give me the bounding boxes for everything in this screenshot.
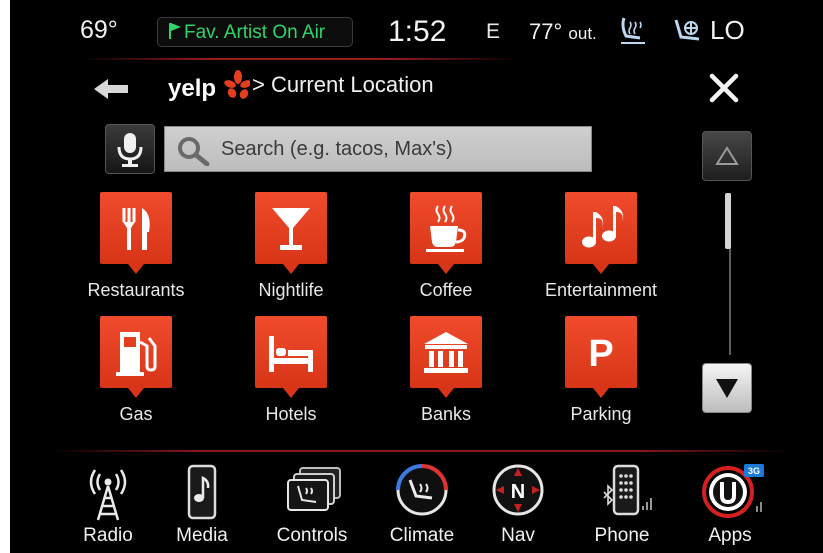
triangle-down-icon xyxy=(716,379,738,398)
scroll-up-button[interactable] xyxy=(702,131,752,181)
climate-icon xyxy=(396,464,448,516)
svg-text:N: N xyxy=(511,481,525,503)
flag-icon xyxy=(169,23,181,39)
dock-climate[interactable]: Climate xyxy=(376,462,468,552)
category-coffee[interactable]: Coffee xyxy=(376,192,516,312)
dock-divider xyxy=(50,450,790,452)
dock-radio[interactable]: Radio xyxy=(62,462,154,552)
uconnect-apps-icon: 3G xyxy=(702,464,764,518)
favorite-artist-alert[interactable]: Fav. Artist On Air xyxy=(157,17,353,47)
dock-controls[interactable]: Controls xyxy=(266,462,358,552)
category-tile: P xyxy=(565,316,637,398)
outside-temp-suffix: out. xyxy=(568,24,597,43)
coffee-cup-icon xyxy=(426,205,467,252)
close-icon[interactable] xyxy=(706,70,742,106)
breadcrumb: > Current Location xyxy=(252,72,434,97)
category-tile xyxy=(410,316,482,398)
dock-label: Apps xyxy=(708,525,752,546)
driver-temperature[interactable]: 69° xyxy=(80,16,118,45)
dock-label: Media xyxy=(176,525,228,546)
category-label: Banks xyxy=(420,404,472,424)
category-parking[interactable]: P Parking xyxy=(531,316,671,436)
category-label: Hotels xyxy=(265,404,317,424)
status-divider xyxy=(80,58,520,60)
dock-label: Phone xyxy=(594,525,650,546)
category-gas[interactable]: Gas xyxy=(66,316,206,436)
dock-media[interactable]: Media xyxy=(156,462,248,552)
search-placeholder: Search (e.g. tacos, Max's) xyxy=(221,138,453,160)
dock-apps[interactable]: 3G Apps xyxy=(684,462,776,552)
status-bar: 69° Fav. Artist On Air 1:52 E 77° out. L… xyxy=(10,0,823,64)
dock-label: Controls xyxy=(276,525,348,546)
bed-icon xyxy=(269,336,313,372)
controls-icon xyxy=(287,467,341,511)
dock-label: Climate xyxy=(389,525,455,546)
category-label: Entertainment xyxy=(544,280,658,300)
category-entertainment[interactable]: Entertainment xyxy=(531,192,671,312)
search-input[interactable]: Search (e.g. tacos, Max's) xyxy=(164,126,592,172)
dock-label: Radio xyxy=(83,525,133,546)
fork-knife-icon xyxy=(122,208,150,250)
dock-nav[interactable]: N Nav xyxy=(472,462,564,552)
clock: 1:52 xyxy=(388,15,447,48)
media-player-icon xyxy=(187,464,217,520)
category-restaurants[interactable]: Restaurants xyxy=(66,192,206,312)
radio-tower-icon xyxy=(89,469,127,521)
category-tile xyxy=(565,192,637,274)
fan-icon[interactable] xyxy=(673,17,705,47)
category-banks[interactable]: Banks xyxy=(376,316,516,436)
category-tile xyxy=(100,192,172,274)
infotainment-screen: 69° Fav. Artist On Air 1:52 E 77° out. L… xyxy=(10,0,823,553)
phone-icon xyxy=(603,464,652,516)
voice-search-button[interactable] xyxy=(105,124,155,174)
triangle-up-icon xyxy=(715,146,739,165)
svg-text:yelp: yelp xyxy=(168,75,216,102)
category-label: Coffee xyxy=(419,280,473,300)
category-label: Parking xyxy=(570,404,632,424)
category-label: Nightlife xyxy=(258,280,324,300)
back-arrow-icon[interactable] xyxy=(90,72,134,106)
dock-phone[interactable]: Phone xyxy=(576,462,668,552)
fan-level: LO xyxy=(710,15,745,45)
cocktail-icon xyxy=(272,208,310,250)
category-tile xyxy=(255,192,327,274)
category-label: Gas xyxy=(119,404,153,424)
compass-icon: N xyxy=(492,464,544,516)
microphone-icon xyxy=(117,133,143,167)
parking-icon: P xyxy=(588,333,613,375)
svg-text:P: P xyxy=(588,333,613,375)
yelp-logo: yelp xyxy=(168,70,250,102)
bank-icon xyxy=(424,332,468,373)
svg-text:3G: 3G xyxy=(748,466,760,476)
search-icon xyxy=(178,137,210,166)
category-nightlife[interactable]: Nightlife xyxy=(221,192,361,312)
heated-seat-icon[interactable] xyxy=(618,16,648,46)
category-tile xyxy=(410,192,482,274)
category-label: Restaurants xyxy=(87,280,185,300)
dock-label: Nav xyxy=(501,525,535,546)
favorite-alert-text: Fav. Artist On Air xyxy=(184,22,326,43)
compass-heading: E xyxy=(486,20,501,43)
scrollbar-thumb[interactable] xyxy=(725,193,731,249)
music-notes-icon xyxy=(582,206,624,248)
category-tile xyxy=(255,316,327,398)
outside-temp-value: 77° xyxy=(529,19,563,44)
scroll-down-button[interactable] xyxy=(702,363,752,413)
category-tile xyxy=(100,316,172,398)
outside-temperature: 77° out. xyxy=(529,19,597,45)
gas-pump-icon xyxy=(116,332,157,376)
category-hotels[interactable]: Hotels xyxy=(221,316,361,436)
